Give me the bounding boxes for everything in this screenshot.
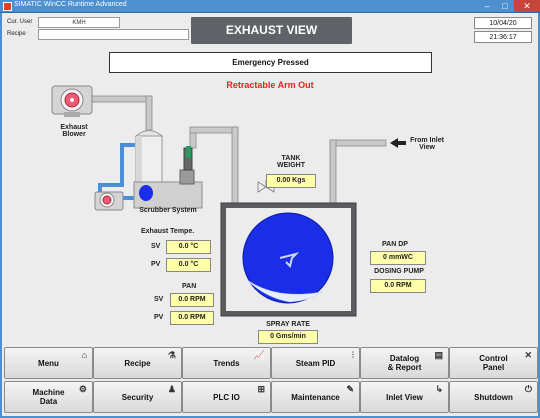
- scrubber-system-label: Scrubber System: [139, 207, 197, 214]
- recipe-icon: ⚗: [167, 350, 176, 360]
- plc-icon: ⊞: [257, 384, 265, 394]
- trends-icon: 📈: [253, 350, 265, 360]
- spray-rate-value: 0 Gms/min: [258, 330, 318, 344]
- pan-dp-label: PAN DP: [382, 241, 408, 248]
- nav-button-label: Recipe: [124, 358, 151, 368]
- tank-weight-label: TANK WEIGHT: [277, 155, 305, 169]
- scrubber-pump-graphic: [94, 191, 124, 211]
- sliders-icon: ⫶: [351, 350, 354, 360]
- dosing-pump-value: 0.0 RPM: [370, 279, 426, 293]
- nav-inlet-view-button[interactable]: ↳ Inlet View: [360, 381, 449, 413]
- nav-recipe-button[interactable]: ⚗ Recipe: [93, 347, 182, 379]
- nav-button-label: Trends: [213, 358, 240, 368]
- exhaust-temp-pv-value: 0.0 °C: [166, 258, 211, 272]
- from-inlet-label: From Inlet View: [410, 137, 444, 151]
- nav-maintenance-button[interactable]: ✎ Maintenance: [271, 381, 360, 413]
- report-icon: ▤: [434, 350, 443, 360]
- nav-button-label: Menu: [38, 358, 59, 368]
- nav-button-label: Inlet View: [386, 392, 423, 402]
- coating-pan-graphic: [220, 202, 357, 317]
- user-icon: ♟: [167, 384, 176, 394]
- nav-button-label: Shutdown: [474, 392, 513, 402]
- exhaust-temp-sv-value: 0.0 °C: [166, 240, 211, 254]
- pan-sv-value: 0.0 RPM: [170, 293, 214, 307]
- pan-sv-label: SV: [154, 296, 164, 303]
- nav-steam-pid-button[interactable]: ⫶ Steam PID: [271, 347, 360, 379]
- pan-pv-label: PV: [154, 314, 164, 321]
- nav-button-label: Security: [121, 392, 154, 402]
- nav-control-panel-button[interactable]: ✕ Control Panel: [449, 347, 538, 379]
- pan-label: PAN: [182, 283, 197, 290]
- dosing-pump-label: DOSING PUMP: [374, 268, 424, 275]
- exhaust-sv-label: SV: [151, 243, 161, 250]
- nav-security-button[interactable]: ♟ Security: [93, 381, 182, 413]
- nav-button-label: Steam PID: [295, 358, 336, 368]
- circulation-pipe: [98, 143, 138, 200]
- machine-data-icon: ⚙: [78, 384, 87, 394]
- nav-datalog-report-button[interactable]: ▤ Datalog & Report: [360, 347, 449, 379]
- nav-button-label: Machine Data: [32, 388, 65, 406]
- home-icon: ⌂: [81, 350, 87, 360]
- nav-plc-io-button[interactable]: ⊞ PLC IO: [182, 381, 271, 413]
- pan-dp-value: 0 mmWC: [370, 251, 426, 265]
- pan-pv-value: 0.0 RPM: [170, 311, 214, 325]
- wrench-icon: ✎: [346, 384, 354, 394]
- nav-shutdown-button[interactable]: ⏻ Shutdown: [449, 381, 538, 413]
- exhaust-blower-label: Exhaust Blower: [60, 124, 88, 138]
- exhaust-temp-label: Exhaust Tempe.: [141, 228, 195, 235]
- nav-menu-button[interactable]: ⌂ Menu: [4, 347, 93, 379]
- power-icon: ⏻: [524, 384, 532, 394]
- exhaust-pv-label: PV: [151, 261, 161, 268]
- nav-machine-data-button[interactable]: ⚙ Machine Data: [4, 381, 93, 413]
- exhaust-blower-graphic: [51, 85, 93, 117]
- nav-trends-button[interactable]: 📈 Trends: [182, 347, 271, 379]
- tools-icon: ✕: [524, 350, 532, 360]
- inlet-icon: ↳: [435, 384, 443, 394]
- nav-button-label: Datalog & Report: [387, 354, 422, 372]
- nav-button-label: Control Panel: [479, 354, 508, 372]
- nav-button-label: PLC IO: [213, 392, 240, 402]
- nav-button-label: Maintenance: [291, 392, 340, 402]
- spray-rate-label: SPRAY RATE: [266, 321, 310, 328]
- tank-weight-value: 0.00 Kgs: [266, 174, 316, 188]
